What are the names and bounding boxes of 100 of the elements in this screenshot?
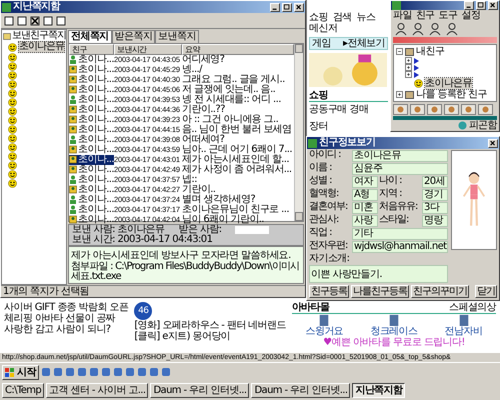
shop-link[interactable]: 경매 <box>350 102 368 116</box>
taskbar-button[interactable]: Daum - 우리 인터넷... <box>150 382 250 398</box>
collapse-icon[interactable] <box>396 48 403 56</box>
table-cell: 초이나... <box>78 194 114 205</box>
dialog-button[interactable]: 나를친구등록 <box>351 285 409 298</box>
dialog-button[interactable]: 친구등록 <box>309 285 349 298</box>
smiley-icon <box>8 116 17 125</box>
table-cell: 초이나... <box>78 164 114 175</box>
close-icon[interactable] <box>488 138 498 148</box>
table-cell: 초이나... <box>78 154 114 165</box>
column-header[interactable]: 친구 <box>69 44 114 55</box>
status-label[interactable]: 피곤함 <box>468 120 497 131</box>
item-label[interactable]: 스윙거요 <box>305 326 344 337</box>
table-cell-text: 그래요 그럼.. 글을 게시.. <box>182 74 286 85</box>
minimize-icon[interactable] <box>270 2 280 12</box>
menu-item[interactable]: 도구 <box>438 10 458 21</box>
nav-link[interactable]: 뉴스 <box>356 12 376 23</box>
table-cell-text: 넹 전 시세대를:: 어디 ... <box>182 94 282 105</box>
close-icon[interactable] <box>294 2 304 12</box>
menu-item[interactable]: 설정 <box>461 10 480 21</box>
tree-item[interactable]: 나를 등록한 친구 <box>416 89 487 100</box>
table-cell-text: 제가 사정이 좀 어려워서... <box>182 164 292 175</box>
smiley-icon <box>8 89 17 98</box>
field-value: 3다 <box>422 202 448 214</box>
table-cell: 초이나... <box>78 144 114 155</box>
nav-link[interactable]: 메신저 <box>309 23 338 34</box>
field-value: 여자 <box>352 176 378 188</box>
nav-link[interactable]: 쇼핑 <box>309 12 328 23</box>
attachment-path[interactable]: 첨부파일 : C:\Program Files\BuddyBuddy\Down\이미시세표.txt.exe <box>71 262 301 282</box>
field-label: 전자우편: <box>309 241 348 253</box>
special-link[interactable]: 스페셜의상 <box>448 302 496 313</box>
status-bar: 1개의 쪽지가 선택됨 <box>1 285 305 297</box>
minimize-icon[interactable] <box>464 1 474 10</box>
news-link[interactable]: 사랑한 감고 사람이 되니? <box>4 324 128 335</box>
field-label: 나이 : <box>379 176 403 188</box>
menu-item[interactable]: 파일 <box>393 10 412 21</box>
person-icon[interactable] <box>394 22 408 36</box>
person-icon <box>69 95 77 104</box>
maximize-icon[interactable] <box>476 1 486 10</box>
tree-item[interactable]: 보낸친구쪽지 <box>12 31 66 41</box>
delete-icon[interactable] <box>30 16 40 26</box>
expand-icon[interactable] <box>405 71 412 78</box>
news-link[interactable]: 사이버 GIFT 종종 박람회 오픈 <box>4 302 128 313</box>
maximize-icon[interactable] <box>282 2 292 12</box>
table-cell-text: 기란이..?? <box>182 104 225 115</box>
sent-time-label: 보낸 시간: 2003-04-17 04:43:01 <box>72 235 214 245</box>
table-cell-text: 어디세영? <box>182 54 226 65</box>
table-cell: 초이나... <box>78 94 114 105</box>
taskbar-button[interactable]: 고객 센터 - 사이버 고... <box>46 382 148 398</box>
view-all-link[interactable]: ▸전체보기 <box>342 38 385 49</box>
tab[interactable]: 받은쪽지 <box>112 30 156 43</box>
section-title: 아바타몰 <box>292 302 330 313</box>
scrollbar[interactable] <box>294 44 303 221</box>
window-title: 지난쪽지함 <box>13 1 62 13</box>
taskbar-button[interactable]: Daum - 우리 인터넷... <box>251 382 350 398</box>
close-icon[interactable] <box>488 1 498 10</box>
field-value: 미혼 <box>352 202 378 214</box>
promo-text[interactable]: ♥예쁜 아바타를 무료로 드립니다! <box>292 337 496 348</box>
tab[interactable]: 전체쪽지 <box>68 30 112 43</box>
field-label: 아이디 : <box>309 150 342 162</box>
shop-link[interactable]: 공동구매 <box>309 102 347 116</box>
taskbar-button[interactable]: C:\Temp <box>2 382 44 398</box>
column-header[interactable]: 요약 <box>182 44 294 55</box>
table-cell: 초이나... <box>78 174 114 185</box>
tab[interactable]: 보낸쪽지 <box>155 30 199 43</box>
start-button[interactable]: 시작 <box>2 364 39 380</box>
taskbar-button[interactable]: 지난쪽지함 <box>352 382 406 398</box>
table-cell-text: 제가 아는시세표인데 할... <box>182 154 289 165</box>
tree-item[interactable]: 초이나은뮤 <box>18 41 65 53</box>
tree-item[interactable]: 내친구 <box>416 46 444 58</box>
dialog-button[interactable]: 친구의꾸미기 <box>411 285 469 298</box>
receiver-field <box>235 226 270 234</box>
field-label: 혈액형: <box>309 189 340 201</box>
field-value: wjdwsl@hanmail.net <box>352 241 448 253</box>
intro-field[interactable]: 이쁜 사랑만들기. <box>309 265 448 283</box>
menu-item[interactable]: 친구 <box>416 10 435 21</box>
expand-icon[interactable] <box>396 91 403 98</box>
promo-link[interactable]: [클릭] e지트) 몽어당이 <box>134 331 286 342</box>
field-value: 사랑 <box>352 215 378 227</box>
table-cell-text: 저 글쟁에 잇는데.. 음.. <box>182 84 276 95</box>
person-icon <box>69 175 77 184</box>
item-label[interactable]: 전남자비 <box>444 326 482 337</box>
table-cell: 초이나... <box>78 124 114 135</box>
smiley-icon <box>8 42 17 52</box>
close-button[interactable]: 닫기 <box>475 285 497 298</box>
news-link[interactable]: 체리핑 아바타 선물이 공짜 <box>4 313 128 324</box>
smiley-icon <box>8 53 17 62</box>
promo-link[interactable]: [영화] 오페라하우스 - 팬터 네버랜드 <box>134 320 286 331</box>
shop-link[interactable]: 장터 <box>309 119 328 133</box>
field-label: 관심사: <box>309 215 340 227</box>
item-label[interactable]: 청크레이스 <box>370 326 418 337</box>
expand-icon[interactable] <box>405 57 412 64</box>
expand-icon[interactable] <box>405 64 412 72</box>
app-icon <box>308 138 317 148</box>
table-cell-text: 아 :: 그건 아니에용 그.. <box>182 114 278 125</box>
field-label: 이름 : <box>309 163 333 175</box>
nav-link[interactable]: 검색 <box>332 12 352 23</box>
game-link[interactable]: 게임 <box>312 38 331 49</box>
column-header[interactable]: 보낸시간 <box>114 44 182 55</box>
tree-item[interactable]: 초이나은뮤 <box>425 78 472 90</box>
